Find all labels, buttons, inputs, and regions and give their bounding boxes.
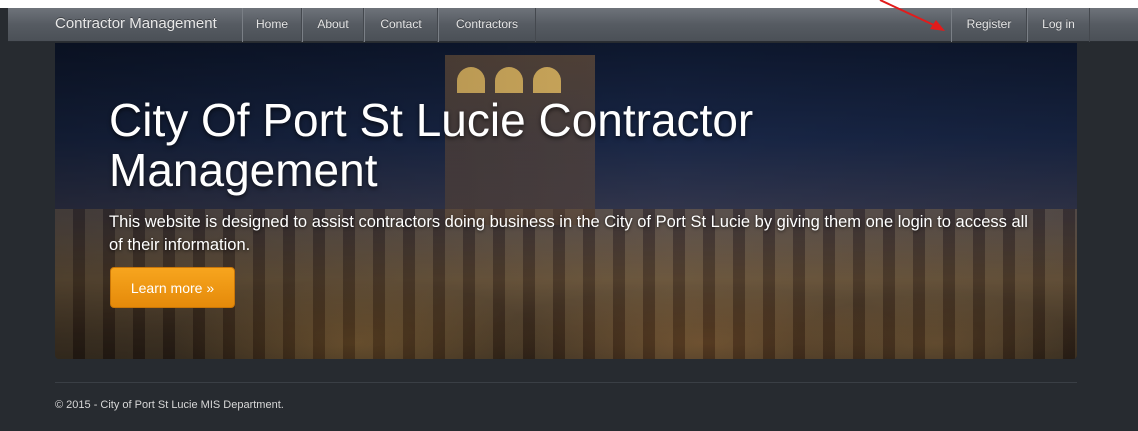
nav-contractors-link[interactable]: Contractors	[438, 8, 536, 42]
hero-title: City Of Port St Lucie Contractor Managem…	[109, 94, 754, 196]
footer-copyright: © 2015 - City of Port St Lucie MIS Depar…	[55, 399, 284, 411]
nav-register-link[interactable]: Register	[951, 8, 1027, 42]
nav-contact-link[interactable]: Contact	[364, 8, 438, 42]
navbar: Contractor Management Home About Contact…	[8, 8, 1138, 42]
learn-more-button[interactable]: Learn more »	[110, 267, 235, 308]
nav-login-link[interactable]: Log in	[1027, 8, 1090, 42]
nav-home-link[interactable]: Home	[242, 8, 302, 42]
hero-overlay	[55, 43, 1077, 359]
brand-link[interactable]: Contractor Management	[55, 8, 217, 42]
hero-description: This website is designed to assist contr…	[109, 213, 1028, 254]
nav-about-link[interactable]: About	[302, 8, 364, 42]
hero-banner: City Of Port St Lucie Contractor Managem…	[55, 43, 1077, 359]
top-strip	[0, 0, 1138, 8]
footer-divider	[55, 382, 1077, 383]
